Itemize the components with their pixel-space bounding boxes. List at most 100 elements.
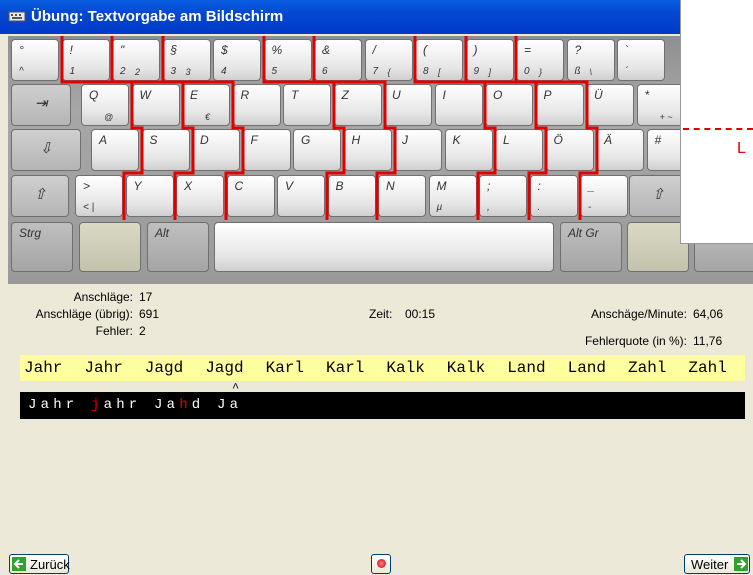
key[interactable]: Y — [125, 175, 174, 217]
template-word: Karl — [265, 359, 304, 377]
key-upper-label: ( — [423, 43, 427, 57]
template-word: Jagd — [144, 359, 184, 377]
key-upper-label: U — [392, 88, 401, 102]
key[interactable]: I — [434, 84, 483, 126]
key-label: D — [200, 133, 209, 147]
key[interactable]: / 7 { — [364, 39, 413, 81]
key[interactable]: ° ^ — [11, 39, 59, 81]
key-upper-label: " — [120, 43, 125, 57]
shift-left-key[interactable]: ⇧ — [11, 175, 69, 217]
key[interactable]: Mµ — [428, 175, 477, 217]
key-upper-label: ` — [625, 43, 629, 57]
key[interactable]: S — [141, 129, 190, 171]
key[interactable]: ! 1 — [61, 39, 110, 81]
key[interactable]: > < | — [75, 175, 123, 217]
key[interactable]: F — [242, 129, 291, 171]
key-upper-label: V — [285, 179, 294, 193]
key-lower-label: < | — [83, 202, 95, 213]
key[interactable]: D — [192, 129, 240, 171]
key[interactable]: A — [91, 129, 139, 171]
key-upper-label: : — [537, 179, 541, 193]
template-text-strip: Jahr Jahr Jagd Jagd Karl Karl Kalk Kalk Land Land… — [20, 355, 745, 381]
template-word: Kalk — [446, 359, 486, 377]
key[interactable]: & 6 — [314, 39, 362, 81]
key[interactable]: Ä — [596, 129, 644, 171]
key[interactable]: T — [283, 84, 331, 126]
strokes-per-minute-value: 64,06 — [693, 307, 724, 321]
alt-key[interactable]: Alt — [147, 222, 209, 272]
key[interactable]: ;, — [479, 175, 527, 217]
key-upper-label: E — [190, 88, 199, 102]
strokes-remaining-value: 691 — [139, 307, 160, 321]
tab-key[interactable]: ⇥ — [11, 84, 71, 126]
key-upper-label: $ — [221, 43, 228, 57]
key[interactable]: P — [535, 84, 584, 126]
key[interactable]: ? ß \ — [566, 39, 615, 81]
caps-lock-key[interactable]: ⇩ — [11, 129, 81, 171]
record-button[interactable] — [371, 554, 391, 574]
shift-right-key[interactable]: ⇧ — [629, 175, 687, 217]
key[interactable]: Ü — [586, 84, 634, 126]
space-bar[interactable] — [214, 222, 554, 272]
key[interactable]: $4 — [213, 39, 261, 81]
template-word: Jahr — [84, 359, 123, 377]
virtual-keyboard: ° ^! 1 " 2 2 § 3 3 $4% 5 & 6/7{(8[) 9] = 0}? ß \ ` ´ ⇥ Q @ W E € R… — [8, 36, 753, 284]
key[interactable]: L — [495, 129, 543, 171]
record-icon — [377, 559, 386, 568]
key[interactable]: O — [485, 84, 533, 126]
arrow-left-icon — [12, 557, 26, 571]
ctrl-left-key[interactable]: Strg — [11, 222, 73, 272]
key-upper-label: § — [170, 43, 178, 57]
key[interactable]: " 2 2 — [112, 39, 160, 81]
key[interactable]: N — [378, 175, 426, 217]
key[interactable]: _ - — [580, 175, 628, 217]
key[interactable]: Ö — [545, 129, 594, 171]
key[interactable]: B — [327, 175, 376, 217]
key-upper-label: M — [436, 179, 447, 193]
key[interactable]: G — [293, 129, 341, 171]
key[interactable]: V — [277, 175, 325, 217]
key[interactable]: (8 [ — [415, 39, 463, 81]
key[interactable]: X — [176, 175, 224, 217]
key[interactable]: Q @ — [81, 84, 129, 126]
typed-char: a — [103, 397, 116, 413]
key[interactable]: § 3 3 — [162, 39, 211, 81]
key[interactable]: = 0} — [516, 39, 564, 81]
key-label: H — [351, 133, 361, 147]
key-upper-label: > — [83, 179, 91, 193]
template-word: Zahl — [628, 359, 667, 377]
key-lower-label: 3 — [170, 66, 177, 77]
key-lower-label: 0 — [524, 66, 530, 77]
key[interactable]: C — [226, 175, 275, 217]
key-label: # — [654, 133, 662, 147]
key[interactable]: J — [394, 129, 442, 171]
key-label: Ä — [604, 133, 613, 147]
key-altgr-label: [ — [438, 67, 441, 77]
key[interactable]: ) 9] — [465, 39, 514, 81]
key[interactable]: W — [131, 84, 180, 126]
typed-char: a — [229, 397, 242, 413]
key[interactable]: :. — [529, 175, 578, 217]
back-button[interactable]: Zurück — [9, 554, 70, 574]
typed-input-area[interactable]: Jahr jahr Jahd Ja — [20, 392, 745, 419]
errors-value: 2 — [139, 324, 146, 338]
typed-char-error: j — [91, 397, 104, 413]
key-lower-label: 4 — [221, 66, 227, 77]
key-lower-label: 6 — [322, 66, 328, 77]
next-button[interactable]: Weiter — [684, 554, 750, 574]
error-rate-value: 11,76 — [693, 334, 723, 348]
key[interactable]: % 5 — [263, 39, 312, 81]
key[interactable]: * + ~ — [636, 84, 685, 126]
key[interactable]: E € — [182, 84, 230, 126]
key-upper-label: ) — [473, 43, 478, 57]
key[interactable]: ` ´ — [617, 39, 665, 81]
key[interactable]: R — [232, 84, 281, 126]
key[interactable]: Z — [333, 84, 382, 126]
windows-key[interactable] — [79, 222, 141, 272]
key[interactable]: U — [384, 84, 432, 126]
altgr-key[interactable]: Alt Gr — [560, 222, 622, 272]
key-altgr-label: { — [387, 67, 391, 77]
key[interactable]: K — [444, 129, 493, 171]
key[interactable]: H — [343, 129, 392, 171]
typed-char: r — [65, 397, 79, 413]
